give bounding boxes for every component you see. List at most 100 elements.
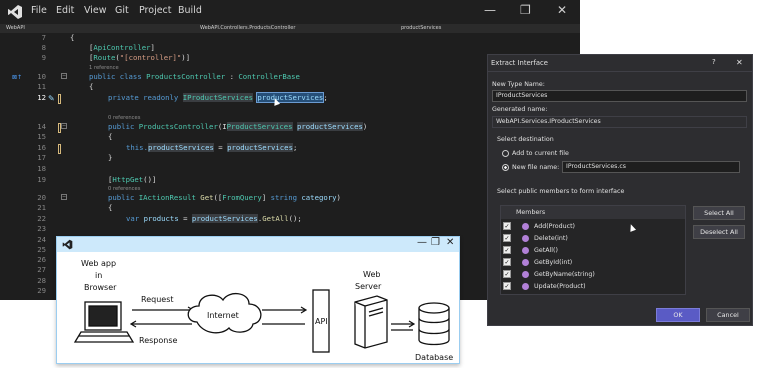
new-file-name-input[interactable]: IProductServices.cs: [562, 161, 740, 173]
code-line-16[interactable]: this.productServices = productServices;: [126, 143, 297, 152]
title-bar: File Edit View Git Project Build — ❐ ✕: [0, 0, 580, 24]
member-item-label[interactable]: Update(Product): [534, 283, 586, 290]
code-line-9[interactable]: [Route("[controller]")]: [89, 53, 190, 62]
restore-icon[interactable]: ❐: [431, 237, 440, 248]
code-line-14[interactable]: public ProductsController(IProductServic…: [108, 122, 367, 131]
quick-actions-icon[interactable]: ⊠↑: [12, 74, 22, 81]
browser-label-line1: Web app: [81, 259, 116, 268]
codelens-references[interactable]: 1 reference: [89, 65, 119, 71]
visual-studio-logo-icon: [62, 239, 73, 250]
code-line-7[interactable]: {: [70, 33, 74, 42]
deselect-all-button[interactable]: Deselect All: [693, 225, 745, 239]
new-file-name-radio[interactable]: [502, 164, 509, 171]
add-to-current-file-label: Add to current file: [512, 150, 569, 157]
web-architecture-diagram: Web app in Browser Request Response Inte…: [73, 259, 453, 362]
response-arrow: [129, 320, 192, 328]
help-icon[interactable]: ?: [712, 58, 716, 66]
member-item-label[interactable]: GetAll(): [534, 247, 558, 254]
members-column-header: Members: [516, 209, 546, 216]
line-number: 9: [41, 53, 46, 62]
line-number: 17: [37, 153, 46, 162]
menu-project[interactable]: Project: [139, 5, 172, 16]
member-checkbox[interactable]: ✓: [503, 222, 511, 230]
member-dropdown[interactable]: productServices: [401, 25, 441, 31]
diagram-title-bar: — ❐ ✕: [57, 237, 459, 252]
line-number: 7: [41, 33, 46, 42]
line-number: 29: [37, 286, 46, 295]
screwdriver-icon[interactable]: ✎: [48, 94, 55, 103]
line-number: 18: [37, 164, 46, 173]
member-checkbox[interactable]: ✓: [503, 234, 511, 242]
new-type-label: New Type Name:: [492, 81, 545, 88]
server-icon: [354, 295, 388, 349]
menu-file[interactable]: File: [31, 5, 47, 16]
menu-view[interactable]: View: [84, 5, 107, 16]
restore-icon[interactable]: ❐: [520, 3, 531, 17]
new-type-name-input[interactable]: IProductServices: [492, 90, 747, 102]
method-icon: [522, 271, 529, 278]
navigation-bar: WebAPI WebAPI.Controllers.ProductsContro…: [0, 24, 580, 33]
code-line-15[interactable]: {: [108, 132, 112, 141]
method-icon: [522, 235, 529, 242]
add-to-current-file-radio[interactable]: [502, 150, 509, 157]
menu-git[interactable]: Git: [115, 5, 129, 16]
close-icon[interactable]: ✕: [736, 58, 743, 67]
request-arrow-2: [262, 306, 308, 314]
minimize-icon[interactable]: —: [484, 3, 496, 17]
member-item-label[interactable]: Add(Product): [534, 223, 575, 230]
computer-icon: [73, 301, 135, 343]
project-dropdown[interactable]: WebAPI: [6, 25, 25, 31]
minimize-icon[interactable]: —: [417, 237, 427, 248]
close-icon[interactable]: ✕: [446, 237, 454, 248]
line-number: 16: [37, 143, 46, 152]
fold-toggle-icon[interactable]: −: [61, 194, 67, 200]
line-number: 19: [37, 175, 46, 184]
server-label-line2: Server: [355, 282, 382, 291]
code-line-8[interactable]: [ApiController]: [89, 43, 155, 52]
line-number: 25: [37, 245, 46, 254]
menu-edit[interactable]: Edit: [56, 5, 74, 16]
type-dropdown[interactable]: WebAPI.Controllers.ProductsController: [200, 25, 295, 31]
code-line-12[interactable]: private readonly IProductServices produc…: [108, 92, 328, 103]
code-line-17[interactable]: }: [108, 153, 112, 162]
cancel-button[interactable]: Cancel: [706, 308, 750, 322]
ok-button[interactable]: OK: [656, 308, 700, 322]
browser-label-line3: Browser: [84, 283, 117, 292]
select-all-button[interactable]: Select All: [693, 206, 745, 220]
member-item-label[interactable]: GetById(int): [534, 259, 572, 266]
member-checkbox[interactable]: ✓: [503, 246, 511, 254]
method-icon: [522, 247, 529, 254]
database-label: Database: [415, 353, 453, 362]
code-line-11[interactable]: {: [89, 82, 93, 91]
internet-label: Internet: [207, 311, 239, 320]
codelens-references[interactable]: 0 references: [108, 186, 140, 192]
member-checkbox[interactable]: ✓: [503, 258, 511, 266]
browser-label-line2: in: [95, 271, 102, 280]
menu-build[interactable]: Build: [178, 5, 202, 16]
code-line-10[interactable]: public class ProductsController : Contro…: [89, 72, 300, 81]
code-line-20[interactable]: public IActionResult Get([FromQuery] str…: [108, 193, 341, 202]
fold-toggle-icon[interactable]: −: [61, 73, 67, 79]
visual-studio-logo-icon: [8, 5, 22, 19]
member-item-label[interactable]: Delete(int): [534, 235, 568, 242]
close-icon[interactable]: ✕: [557, 3, 567, 17]
line-number: 22: [37, 214, 46, 223]
dialog-title: Extract Interface: [491, 59, 548, 67]
line-number: 14: [37, 122, 46, 131]
generated-name-label: Generated name:: [492, 106, 548, 113]
new-file-name-label: New file name:: [512, 164, 560, 171]
code-line-22[interactable]: var products = productServices.GetAll();: [126, 214, 302, 223]
line-number: 24: [37, 235, 46, 244]
member-item-label[interactable]: GetByName(string): [534, 271, 595, 278]
fold-toggle-icon[interactable]: −: [61, 123, 67, 129]
code-line-21[interactable]: {: [108, 203, 112, 212]
method-icon: [522, 283, 529, 290]
generated-name-field: WebAPI.Services.IProductServices: [492, 116, 747, 128]
member-checkbox[interactable]: ✓: [503, 270, 511, 278]
member-checkbox[interactable]: ✓: [503, 282, 511, 290]
codelens-references[interactable]: 0 references: [108, 115, 140, 121]
divider: [488, 71, 752, 72]
server-label-line1: Web: [363, 270, 380, 279]
line-number: 10: [37, 72, 46, 81]
code-line-19[interactable]: [HttpGet()]: [108, 175, 156, 184]
